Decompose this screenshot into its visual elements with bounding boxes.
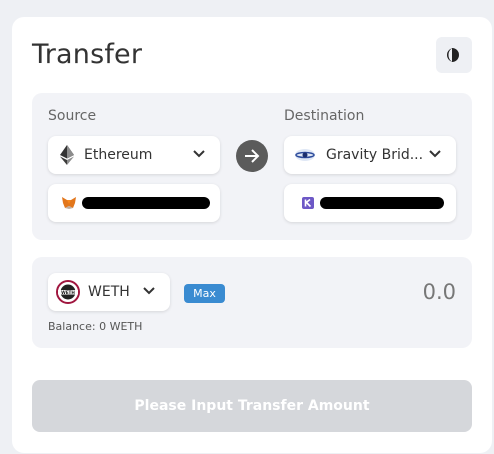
chevron-down-icon: [143, 287, 155, 295]
moon-icon: [447, 48, 459, 62]
destination-network-name: Gravity Brid...: [326, 147, 424, 163]
arrow-right-icon: [245, 149, 260, 163]
source-label: Source: [48, 108, 97, 124]
asset-symbol: WETH: [88, 284, 130, 300]
redacted-address: [320, 197, 444, 209]
source-wallet-address[interactable]: [48, 184, 220, 222]
destination-wallet-address[interactable]: [284, 184, 456, 222]
weth-icon: WETH: [56, 280, 80, 304]
amount-input[interactable]: 0.0: [423, 280, 456, 304]
asset-select[interactable]: WETH WETH: [48, 273, 170, 311]
transfer-card: Transfer Source Destination Ethereum Gra…: [12, 17, 492, 453]
ethereum-icon: [60, 145, 74, 165]
metamask-icon: [62, 197, 76, 209]
asset-panel: WETH WETH Max 0.0 Balance: 0 WETH: [32, 257, 472, 348]
chevron-down-icon: [429, 150, 441, 158]
source-network-name: Ethereum: [84, 147, 153, 163]
balance-text: Balance: 0 WETH: [48, 320, 143, 333]
page-title: Transfer: [32, 39, 143, 70]
destination-network-select[interactable]: Gravity Brid...: [284, 136, 456, 174]
theme-toggle-button[interactable]: [436, 37, 472, 73]
gravity-bridge-icon: [295, 149, 315, 161]
network-panel: Source Destination Ethereum Gravity Brid…: [32, 93, 472, 240]
submit-transfer-button[interactable]: Please Input Transfer Amount: [32, 380, 472, 432]
swap-direction-button[interactable]: [236, 140, 268, 172]
max-button[interactable]: Max: [184, 284, 225, 303]
svg-text:WETH: WETH: [61, 290, 75, 295]
redacted-address: [82, 197, 210, 209]
source-network-select[interactable]: Ethereum: [48, 136, 220, 174]
keplr-icon: [302, 197, 314, 209]
chevron-down-icon: [193, 150, 205, 158]
destination-label: Destination: [284, 108, 365, 124]
